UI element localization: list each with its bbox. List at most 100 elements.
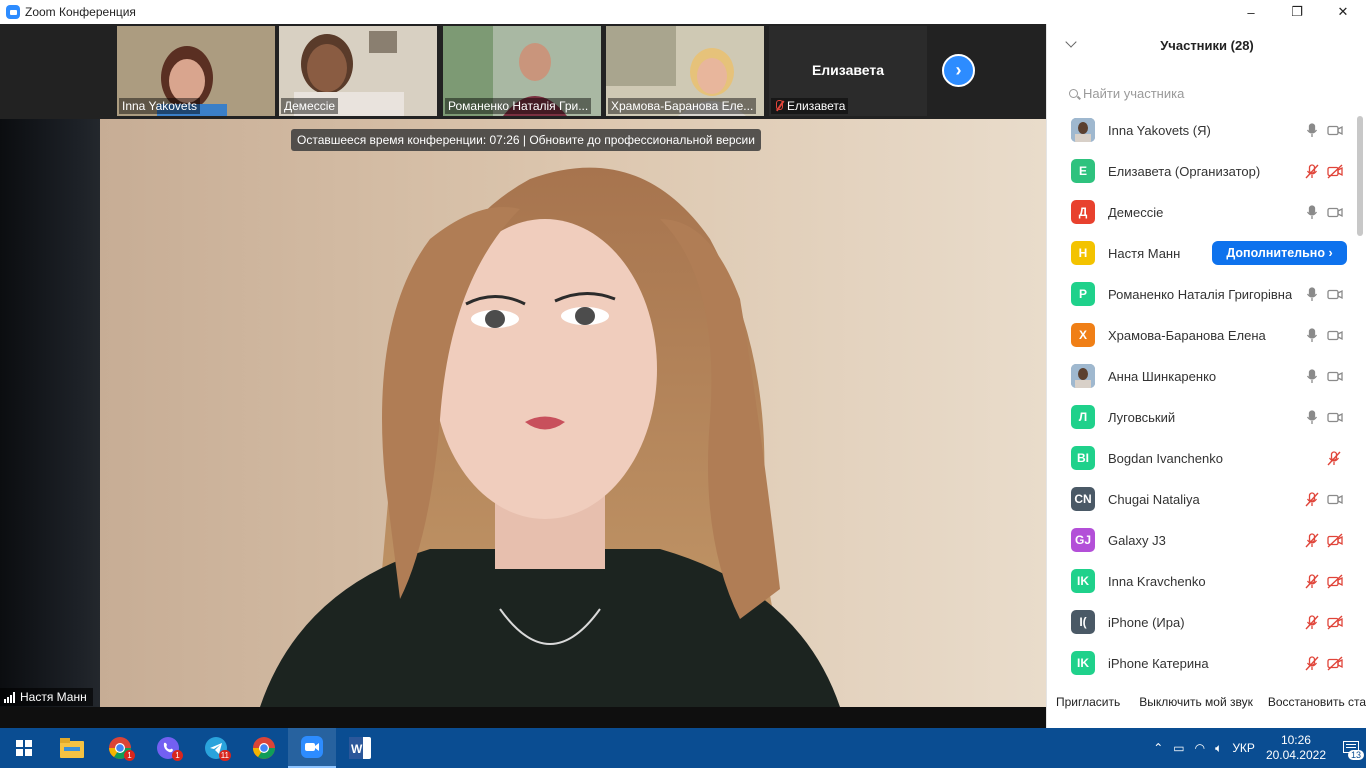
video-thumbnail[interactable]: Демессіе bbox=[279, 26, 437, 116]
participant-row[interactable]: IK iPhone Катерина bbox=[1047, 643, 1366, 684]
participant-row[interactable]: Анна Шинкаренко bbox=[1047, 356, 1366, 397]
taskbar-viber[interactable]: 1 bbox=[144, 728, 192, 768]
camera-off-icon[interactable] bbox=[1327, 615, 1343, 630]
search-input[interactable] bbox=[1083, 85, 1323, 101]
camera-icon[interactable] bbox=[1327, 205, 1343, 220]
viber-badge: 1 bbox=[172, 750, 183, 761]
participants-panel: Участники (28) Inna Yakovets (Я) Е Елизаве… bbox=[1046, 24, 1366, 728]
chevron-up-icon[interactable]: ⌃ bbox=[1153, 741, 1163, 755]
wifi-icon[interactable]: ◠ bbox=[1195, 741, 1205, 755]
participant-row[interactable]: Х Храмова-Баранова Елена bbox=[1047, 315, 1366, 356]
mic-muted-icon[interactable] bbox=[1327, 451, 1343, 466]
camera-off-icon[interactable] bbox=[1327, 533, 1343, 548]
mic-icon[interactable] bbox=[1305, 369, 1319, 384]
taskbar-telegram[interactable]: 11 bbox=[192, 728, 240, 768]
start-button[interactable] bbox=[0, 728, 48, 768]
video-thumbnail[interactable]: Храмова-Баранова Еле... bbox=[606, 26, 764, 116]
taskbar-zoom[interactable] bbox=[288, 728, 336, 768]
participant-row[interactable]: Е Елизавета (Организатор) bbox=[1047, 151, 1366, 192]
participant-avatar: IK bbox=[1071, 569, 1095, 593]
minimize-button[interactable]: – bbox=[1228, 0, 1274, 24]
camera-icon[interactable] bbox=[1327, 369, 1343, 384]
chrome-badge: 1 bbox=[124, 750, 135, 761]
camera-off-icon[interactable] bbox=[1327, 656, 1343, 671]
participant-avatar: Х bbox=[1071, 323, 1095, 347]
invite-button[interactable]: Пригласить bbox=[1056, 695, 1120, 709]
participant-name: Храмова-Баранова Елена bbox=[1108, 328, 1266, 343]
taskbar-chrome-profile[interactable] bbox=[240, 728, 288, 768]
mic-icon[interactable] bbox=[1305, 287, 1319, 302]
participant-row[interactable]: Н Настя Манн Дополнительно › bbox=[1047, 233, 1366, 274]
participant-avatar: CN bbox=[1071, 487, 1095, 511]
participant-name: Луговський bbox=[1108, 410, 1176, 425]
close-button[interactable]: ✕ bbox=[1320, 0, 1366, 24]
participant-search[interactable] bbox=[1069, 82, 1349, 104]
volume-icon[interactable]: 🔈︎ bbox=[1215, 741, 1222, 756]
restore-button[interactable]: Восстановить стат bbox=[1268, 695, 1366, 709]
participant-row[interactable]: Д Демессіе bbox=[1047, 192, 1366, 233]
meeting-stage: Inna Yakovets Демессіе Романенко Наталія… bbox=[0, 24, 1046, 728]
camera-off-icon[interactable] bbox=[1327, 164, 1343, 179]
mic-icon[interactable] bbox=[1305, 328, 1319, 343]
mic-muted-icon[interactable] bbox=[1305, 164, 1319, 179]
language-indicator[interactable]: УКР bbox=[1232, 741, 1255, 755]
taskbar: 1 1 11 W ⌃ ▭ ◠ 🔈︎ УКР 10:26 20.04.2022 1… bbox=[0, 728, 1366, 768]
participant-row[interactable]: IK Inna Kravchenko bbox=[1047, 561, 1366, 602]
windows-logo-icon bbox=[16, 740, 32, 756]
participant-name: Настя Манн bbox=[1108, 246, 1181, 261]
notification-center-button[interactable]: 13 bbox=[1336, 728, 1366, 768]
mic-muted-icon[interactable] bbox=[1305, 615, 1319, 630]
video-thumbnail[interactable]: Елизавета Елизавета bbox=[769, 26, 927, 116]
active-speaker-video[interactable] bbox=[100, 119, 1046, 707]
camera-icon[interactable] bbox=[1327, 492, 1343, 507]
camera-icon[interactable] bbox=[1327, 410, 1343, 425]
participant-avatar: Д bbox=[1071, 200, 1095, 224]
mic-muted-icon[interactable] bbox=[1305, 492, 1319, 507]
battery-icon[interactable]: ▭ bbox=[1173, 741, 1184, 755]
video-thumbnail[interactable]: Inna Yakovets bbox=[117, 26, 275, 116]
camera-icon[interactable] bbox=[1327, 328, 1343, 343]
search-icon bbox=[1069, 88, 1078, 98]
participant-name: Chugai Nataliya bbox=[1108, 492, 1200, 507]
clock[interactable]: 10:26 20.04.2022 bbox=[1266, 733, 1326, 763]
mic-muted-icon[interactable] bbox=[1305, 656, 1319, 671]
participant-row[interactable]: I(iPhone (Ира) bbox=[1047, 602, 1366, 643]
video-thumbnail[interactable]: Романенко Наталія Гри... bbox=[443, 26, 601, 116]
participant-name: Демессіе bbox=[1108, 205, 1164, 220]
time-remaining-banner[interactable]: Оставшееся время конференции: 07:26 | Об… bbox=[291, 129, 761, 151]
participant-row[interactable]: GJ Galaxy J3 bbox=[1047, 520, 1366, 561]
taskbar-explorer[interactable] bbox=[48, 728, 96, 768]
more-options-button[interactable]: Дополнительно › bbox=[1212, 241, 1347, 265]
mic-muted-icon[interactable] bbox=[1305, 574, 1319, 589]
participant-row[interactable]: Л Луговський bbox=[1047, 397, 1366, 438]
mic-icon[interactable] bbox=[1305, 205, 1319, 220]
participant-avatar: I( bbox=[1071, 610, 1095, 634]
participant-name: Романенко Наталія Григорівна bbox=[1108, 287, 1293, 302]
participant-avatar: BI bbox=[1071, 446, 1095, 470]
mic-muted-icon[interactable] bbox=[1305, 533, 1319, 548]
camera-off-icon[interactable] bbox=[1327, 574, 1343, 589]
mic-icon[interactable] bbox=[1305, 410, 1319, 425]
camera-icon[interactable] bbox=[1327, 123, 1343, 138]
participant-name: Анна Шинкаренко bbox=[1108, 369, 1217, 384]
participant-row[interactable]: BI Bogdan Ivanchenko bbox=[1047, 438, 1366, 479]
maximize-button[interactable]: ❐ bbox=[1274, 0, 1320, 24]
zoom-app-icon bbox=[6, 5, 20, 19]
gallery-next-button[interactable]: › bbox=[942, 54, 975, 87]
participant-row[interactable]: Inna Yakovets (Я) bbox=[1047, 110, 1366, 151]
mute-me-button[interactable]: Выключить мой звук bbox=[1139, 695, 1253, 709]
muted-mic-icon bbox=[774, 100, 783, 111]
speaker-video-image bbox=[100, 119, 1046, 707]
chrome-icon bbox=[253, 737, 275, 759]
taskbar-chrome[interactable]: 1 bbox=[96, 728, 144, 768]
mic-icon[interactable] bbox=[1305, 123, 1319, 138]
participant-avatar: GJ bbox=[1071, 528, 1095, 552]
taskbar-word[interactable]: W bbox=[336, 728, 384, 768]
telegram-badge: 11 bbox=[218, 750, 231, 761]
scrollbar[interactable] bbox=[1357, 116, 1363, 236]
participant-row[interactable]: Р Романенко Наталія Григорівна bbox=[1047, 274, 1366, 315]
folder-icon bbox=[60, 738, 84, 758]
participant-name: iPhone Катерина bbox=[1108, 656, 1209, 671]
camera-icon[interactable] bbox=[1327, 287, 1343, 302]
participant-row[interactable]: CN Chugai Nataliya bbox=[1047, 479, 1366, 520]
